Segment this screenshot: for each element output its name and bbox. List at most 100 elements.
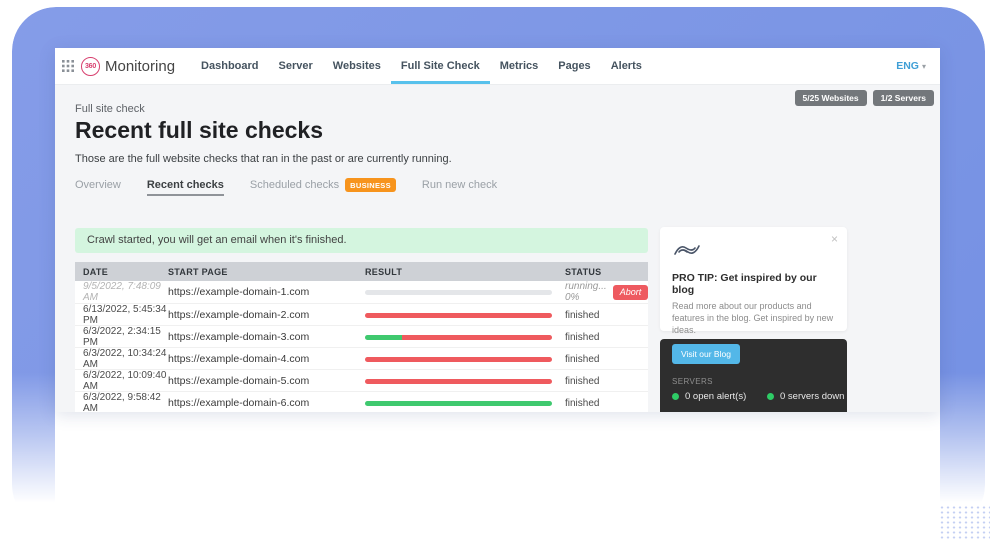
result-cell <box>365 290 565 295</box>
quota-badge-5-25-websites: 5/25 Websites <box>795 90 867 106</box>
tab-label: Run new check <box>422 179 497 191</box>
page-content: 5/25 Websites1/2 Servers Full site check… <box>55 85 940 412</box>
progress-bar <box>365 290 552 295</box>
nav-item-server[interactable]: Server <box>269 48 323 84</box>
nav-item-dashboard[interactable]: Dashboard <box>191 48 268 84</box>
table-row[interactable]: 6/13/2022, 5:45:34 PMhttps://example-dom… <box>75 303 648 325</box>
tab-run-new-check[interactable]: Run new check <box>422 179 497 196</box>
column-header-result: RESULT <box>365 267 565 277</box>
status-cell: finished <box>565 354 648 365</box>
status-text: finished <box>565 354 599 365</box>
status-item-label: 0 open alert(s) <box>685 391 746 402</box>
result-cell <box>365 335 565 340</box>
progress-bar <box>365 379 552 384</box>
status-item: 0 servers down <box>767 391 844 402</box>
chevron-down-icon: ▾ <box>922 62 926 71</box>
progress-segment-red <box>365 357 552 362</box>
window-lower-area <box>55 411 940 543</box>
progress-segment-red <box>365 313 552 318</box>
progress-bar <box>365 313 552 318</box>
start-page-url: https://example-domain-6.com <box>168 397 365 409</box>
pro-tip-card: × PRO TIP: Get inspired by our blog Read… <box>660 227 847 331</box>
nav-item-full-site-check[interactable]: Full Site Check <box>391 48 490 84</box>
table-body: 9/5/2022, 7:48:09 AMhttps://example-doma… <box>75 281 648 412</box>
visit-blog-button[interactable]: Visit our Blog <box>672 344 740 364</box>
pro-tip-body: Read more about our products and feature… <box>672 300 835 336</box>
check-date: 6/3/2022, 2:34:15 PM <box>83 326 168 348</box>
nav-item-alerts[interactable]: Alerts <box>601 48 652 84</box>
app-grid-icon[interactable] <box>61 59 75 73</box>
checks-column: Crawl started, you will get an email whe… <box>75 228 648 412</box>
result-cell <box>365 313 565 318</box>
status-cell: running... 0%Abort <box>565 281 648 303</box>
status-sections: SERVERS0 open alert(s)0 servers downWEBS… <box>672 377 835 412</box>
progress-bar <box>365 401 552 406</box>
status-text: finished <box>565 310 599 321</box>
progress-segment-green <box>365 401 552 406</box>
progress-segment-green <box>365 335 402 340</box>
language-label: ENG <box>896 60 919 72</box>
tab-scheduled-checks[interactable]: Scheduled checks BUSINESS <box>250 178 396 197</box>
tab-recent-checks[interactable]: Recent checks <box>147 179 224 196</box>
tab-label: Scheduled checks <box>250 179 339 191</box>
column-header-status: STATUS <box>565 267 648 277</box>
status-items-servers: 0 open alert(s)0 servers down <box>672 391 835 402</box>
status-section-label-servers: SERVERS <box>672 377 835 386</box>
close-icon[interactable]: × <box>831 233 838 245</box>
start-page-url: https://example-domain-4.com <box>168 353 365 365</box>
table-row[interactable]: 6/3/2022, 9:58:42 AMhttps://example-doma… <box>75 391 648 412</box>
check-date: 6/3/2022, 10:34:24 AM <box>83 348 168 370</box>
progress-segment-red <box>402 335 552 340</box>
nav-item-metrics[interactable]: Metrics <box>490 48 549 84</box>
pro-tip-title: PRO TIP: Get inspired by our blog <box>672 272 835 296</box>
grid-dots-glyph <box>61 59 75 73</box>
progress-bar <box>365 357 552 362</box>
status-cell: finished <box>565 310 648 321</box>
brand-logo[interactable]: 360 Monitoring <box>81 48 175 84</box>
status-cell: finished <box>565 376 648 387</box>
nav-item-websites[interactable]: Websites <box>323 48 391 84</box>
sidebar-column: × PRO TIP: Get inspired by our blog Read… <box>660 227 847 412</box>
start-page-url: https://example-domain-3.com <box>168 331 365 343</box>
app-window: 360 Monitoring DashboardServerWebsitesFu… <box>55 48 940 412</box>
start-page-url: https://example-domain-2.com <box>168 309 365 321</box>
column-header-date: DATE <box>83 267 168 277</box>
tab-label: Overview <box>75 179 121 191</box>
table-row[interactable]: 6/3/2022, 10:09:40 AMhttps://example-dom… <box>75 369 648 391</box>
progress-bar <box>365 335 552 340</box>
main-nav: DashboardServerWebsitesFull Site CheckMe… <box>191 48 652 84</box>
language-selector[interactable]: ENG ▾ <box>896 48 926 84</box>
nav-item-pages[interactable]: Pages <box>548 48 600 84</box>
quota-badges: 5/25 Websites1/2 Servers <box>795 90 934 106</box>
page-title: Recent full site checks <box>75 117 323 144</box>
status-text: finished <box>565 376 599 387</box>
check-date: 6/3/2022, 10:09:40 AM <box>83 370 168 392</box>
check-date: 6/3/2022, 9:58:42 AM <box>83 392 168 412</box>
result-cell <box>365 379 565 384</box>
result-cell <box>365 357 565 362</box>
check-date: 6/13/2022, 5:45:34 PM <box>83 304 168 326</box>
checks-table: DATESTART PAGERESULTSTATUS 9/5/2022, 7:4… <box>75 262 648 412</box>
tab-overview[interactable]: Overview <box>75 179 121 196</box>
check-date: 9/5/2022, 7:48:09 AM <box>83 281 168 303</box>
table-row[interactable]: 9/5/2022, 7:48:09 AMhttps://example-doma… <box>75 281 648 303</box>
business-badge: BUSINESS <box>345 178 396 192</box>
table-row[interactable]: 6/3/2022, 10:34:24 AMhttps://example-dom… <box>75 347 648 369</box>
table-row[interactable]: 6/3/2022, 2:34:15 PMhttps://example-doma… <box>75 325 648 347</box>
start-page-url: https://example-domain-1.com <box>168 286 365 298</box>
logo-360-icon: 360 <box>81 57 100 76</box>
status-text: finished <box>565 332 599 343</box>
top-navbar: 360 Monitoring DashboardServerWebsitesFu… <box>55 48 940 85</box>
status-cell: finished <box>565 398 648 409</box>
progress-segment-red <box>365 379 552 384</box>
breadcrumb: Full site check <box>75 103 145 115</box>
logo-text: Monitoring <box>105 58 175 75</box>
status-cell: finished <box>565 332 648 343</box>
status-item: 0 open alert(s) <box>672 391 767 402</box>
abort-button[interactable]: Abort <box>613 285 649 300</box>
handshake-doodle-icon <box>672 239 835 266</box>
column-header-start-page: START PAGE <box>168 267 365 277</box>
page-subtitle: Those are the full website checks that r… <box>75 153 452 165</box>
tab-label: Recent checks <box>147 179 224 191</box>
success-alert: Crawl started, you will get an email whe… <box>75 228 648 253</box>
